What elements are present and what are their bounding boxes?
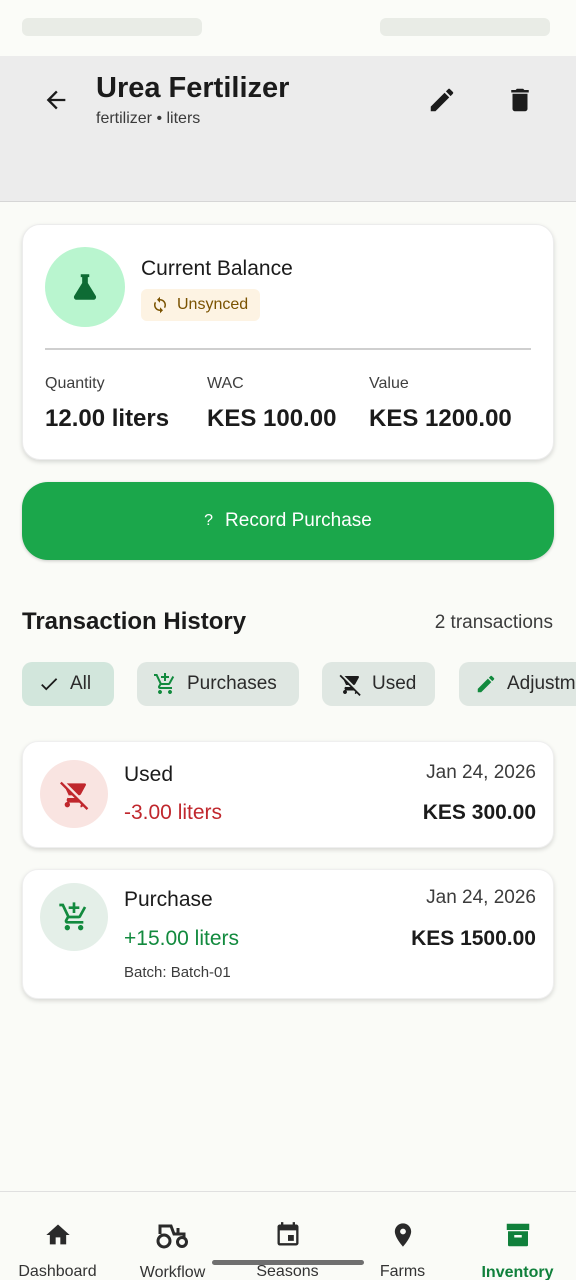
calendar-icon (277, 1221, 298, 1245)
history-title: Transaction History (22, 608, 247, 635)
page-subtitle: fertilizer • liters (96, 110, 201, 127)
stat-value: 12.00 liters (45, 405, 170, 432)
filter-chip-label: All (70, 673, 92, 694)
arrow-back-icon (46, 90, 66, 110)
stat-value: KES 1200.00 (369, 405, 512, 432)
stat-value: KES 100.00 (207, 405, 337, 432)
nav-label: Farms (379, 1263, 426, 1280)
remove-shopping-cart-icon (339, 674, 361, 696)
stat-quantity: Quantity 12.00 liters (45, 375, 169, 433)
stat-wac: WAC KES 100.00 (207, 375, 336, 433)
transaction-date: Jan 24, 2026 (426, 887, 536, 908)
filter-chip-purchases[interactable]: Purchases (137, 662, 299, 706)
stat-label: WAC (207, 375, 244, 392)
edit-icon (477, 675, 495, 693)
filter-chip-all[interactable]: All (22, 662, 114, 706)
sync-icon (154, 296, 166, 314)
transaction-quantity: +15.00 liters (124, 927, 239, 950)
transaction-quantity: -3.00 liters (124, 801, 223, 824)
remove-shopping-cart-icon (60, 781, 89, 810)
filter-chip-label: Adjustm (507, 673, 576, 694)
nav-label: Workflow (139, 1264, 206, 1280)
divider (45, 348, 531, 350)
sync-status-label: Unsynced (177, 296, 249, 313)
stat-label: Value (369, 375, 409, 392)
add-shopping-cart-icon (59, 902, 87, 931)
nav-item-workflow[interactable]: Workflow (115, 1192, 230, 1280)
stat-label: Quantity (45, 375, 105, 392)
check-icon (41, 678, 58, 691)
nav-item-dashboard[interactable]: Dashboard (0, 1192, 115, 1280)
trash-icon (511, 88, 529, 112)
filter-chip-adjustments[interactable]: Adjustm (459, 662, 576, 706)
nav-item-inventory[interactable]: Inventory (460, 1192, 575, 1280)
transaction-icon-container (40, 883, 108, 951)
add-shopping-cart-icon (154, 673, 175, 694)
nav-label: Inventory (481, 1264, 554, 1280)
filter-chips: All Purchases Used Adjustm (22, 662, 576, 706)
transaction-batch: Batch: Batch-01 (124, 964, 231, 981)
help-icon: ? (204, 512, 214, 529)
nav-label: Seasons (256, 1263, 319, 1280)
transaction-icon-container (40, 760, 108, 828)
archive-box-icon (506, 1223, 529, 1247)
record-purchase-label: Record Purchase (225, 510, 372, 531)
transaction-type: Used (124, 763, 174, 786)
balance-title: Current Balance (141, 257, 293, 280)
nav-item-seasons[interactable]: Seasons (230, 1192, 345, 1280)
edit-icon (430, 88, 454, 112)
home-icon (45, 1224, 70, 1244)
location-pin-icon (394, 1222, 411, 1247)
home-indicator[interactable] (212, 1260, 364, 1265)
history-count: 2 transactions (434, 612, 553, 633)
filter-chip-used[interactable]: Used (322, 662, 435, 706)
record-purchase-button[interactable]: ? Record Purchase (22, 482, 554, 560)
transaction-card[interactable]: Purchase +15.00 liters Batch: Batch-01 J… (22, 869, 554, 999)
status-bar-right (380, 18, 550, 36)
nav-label: Dashboard (18, 1263, 97, 1280)
flask-icon (73, 274, 97, 300)
transaction-card[interactable]: Used -3.00 liters Jan 24, 2026 KES 300.0… (22, 741, 554, 848)
transaction-type: Purchase (124, 888, 213, 911)
filter-chip-label: Used (372, 673, 417, 694)
transaction-amount: KES 1500.00 (411, 927, 536, 950)
balance-avatar (45, 247, 125, 327)
bottom-navigation: Dashboard Workflow Seasons Farms Invento… (0, 1191, 576, 1280)
back-button[interactable] (36, 80, 76, 120)
transaction-date: Jan 24, 2026 (426, 762, 536, 783)
nav-item-farms[interactable]: Farms (345, 1192, 460, 1280)
delete-button[interactable] (500, 80, 540, 120)
filter-chip-label: Purchases (187, 673, 277, 694)
status-bar (0, 0, 576, 56)
transaction-amount: KES 300.00 (422, 801, 536, 824)
tractor-icon (156, 1224, 188, 1249)
balance-card: Current Balance Unsynced Quantity 12.00 … (22, 224, 554, 460)
status-bar-left (22, 18, 202, 36)
page-title: Urea Fertilizer (96, 72, 290, 104)
edit-button[interactable] (422, 80, 462, 120)
sync-status-badge: Unsynced (141, 289, 261, 321)
stat-value-total: Value KES 1200.00 (369, 375, 512, 433)
